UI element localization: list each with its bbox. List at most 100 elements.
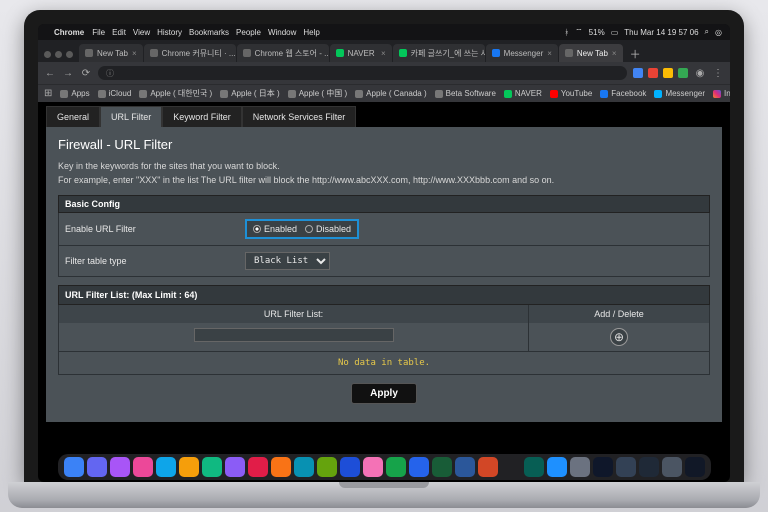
close-tab-icon[interactable]: × <box>132 49 137 58</box>
back-button[interactable]: ← <box>44 67 56 79</box>
forward-button[interactable]: → <box>62 67 74 79</box>
dock-app-icon[interactable] <box>340 457 360 477</box>
firewall-tab[interactable]: URL Filter <box>100 106 162 127</box>
dock-app-icon[interactable] <box>616 457 636 477</box>
bookmark-item[interactable]: Facebook <box>600 89 646 98</box>
bookmark-label: Instagram <box>724 89 730 98</box>
dock-app-icon[interactable] <box>225 457 245 477</box>
dock-app-icon[interactable] <box>639 457 659 477</box>
bookmark-label: Apple ( 中国 ) <box>299 88 347 99</box>
browser-tab[interactable]: Messenger× <box>486 44 558 62</box>
dock-app-icon[interactable] <box>547 457 567 477</box>
dock-app-icon[interactable] <box>570 457 590 477</box>
radio-enabled[interactable]: Enabled <box>253 224 297 234</box>
new-tab-button[interactable]: ＋ <box>624 46 647 62</box>
zoom-icon[interactable] <box>66 51 73 58</box>
close-tab-icon[interactable]: × <box>381 49 386 58</box>
browser-tab[interactable]: Chrome 커뮤니티 · ...× <box>144 44 236 62</box>
bookmark-item[interactable]: iCloud <box>98 89 132 98</box>
dock-app-icon[interactable] <box>685 457 705 477</box>
url-filter-table: URL Filter List: Add / Delete ⊕ <box>58 305 710 375</box>
close-tab-icon[interactable]: × <box>547 49 552 58</box>
bookmark-item[interactable]: Apple ( Canada ) <box>355 89 426 98</box>
firewall-tab[interactable]: Network Services Filter <box>242 106 357 127</box>
dock-app-icon[interactable] <box>156 457 176 477</box>
browser-tab[interactable]: NAVER× <box>330 44 392 62</box>
menubar-item[interactable]: People <box>236 28 261 37</box>
bluetooth-icon[interactable]: ᚼ <box>564 28 569 37</box>
address-bar[interactable]: ⓘ <box>98 66 627 80</box>
cell-add: ⊕ <box>529 323 709 351</box>
bookmark-label: Messenger <box>665 89 705 98</box>
dock-app-icon[interactable] <box>432 457 452 477</box>
spotlight-icon[interactable]: ⌕ <box>705 27 709 37</box>
bookmark-item[interactable]: Apps <box>60 89 89 98</box>
extension-icon[interactable] <box>633 68 643 78</box>
browser-tab[interactable]: New Tab× <box>559 44 623 62</box>
bookmark-item[interactable]: Messenger <box>654 89 705 98</box>
radio-disabled[interactable]: Disabled <box>305 224 351 234</box>
menubar-item[interactable]: Edit <box>112 28 126 37</box>
bookmark-item[interactable]: YouTube <box>550 89 592 98</box>
browser-tab[interactable]: Chrome 웹 스토어 - ...× <box>237 44 329 62</box>
control-center-icon[interactable]: ◎ <box>715 28 722 37</box>
menubar-item[interactable]: History <box>157 28 182 37</box>
bookmark-item[interactable]: Apple ( 中国 ) <box>288 88 347 99</box>
dock-app-icon[interactable] <box>386 457 406 477</box>
browser-tab[interactable]: New Tab× <box>79 44 143 62</box>
menubar-item[interactable]: Bookmarks <box>189 28 229 37</box>
close-tab-icon[interactable]: × <box>612 49 617 58</box>
dock-app-icon[interactable] <box>271 457 291 477</box>
site-info-icon[interactable]: ⓘ <box>106 68 114 79</box>
dock-app-icon[interactable] <box>317 457 337 477</box>
menubar-app[interactable]: Chrome <box>54 28 84 37</box>
menubar-item[interactable]: Window <box>268 28 296 37</box>
bookmark-item[interactable]: Apple ( 日本 ) <box>220 88 279 99</box>
dock-app-icon[interactable] <box>110 457 130 477</box>
browser-tab[interactable]: 카페 글쓰기_에 쓰는 사...× <box>393 44 485 62</box>
dock-app-icon[interactable] <box>524 457 544 477</box>
bookmark-item[interactable]: Beta Software <box>435 89 496 98</box>
extension-icon[interactable] <box>678 68 688 78</box>
dock-app-icon[interactable] <box>248 457 268 477</box>
bookmark-item[interactable]: NAVER <box>504 89 542 98</box>
dock-app-icon[interactable] <box>133 457 153 477</box>
dock-app-icon[interactable] <box>64 457 84 477</box>
dock-app-icon[interactable] <box>455 457 475 477</box>
extension-icon[interactable] <box>663 68 673 78</box>
bookmark-item[interactable]: Instagram <box>713 89 730 98</box>
url-filter-input[interactable] <box>194 328 394 342</box>
dock-app-icon[interactable] <box>593 457 613 477</box>
dock-app-icon[interactable] <box>409 457 429 477</box>
minimize-icon[interactable] <box>55 51 62 58</box>
profile-icon[interactable]: ◉ <box>694 67 706 79</box>
battery-icon[interactable]: ▭ <box>611 28 619 37</box>
menubar-item[interactable]: View <box>133 28 150 37</box>
extension-icon[interactable] <box>648 68 658 78</box>
dock-app-icon[interactable] <box>202 457 222 477</box>
wifi-icon[interactable]: ⌔ <box>575 27 583 37</box>
add-button[interactable]: ⊕ <box>610 328 628 346</box>
close-icon[interactable] <box>44 51 51 58</box>
dock-app-icon[interactable] <box>363 457 383 477</box>
bookmark-item[interactable]: Apple ( 대한민국 ) <box>139 88 212 99</box>
menubar-item[interactable]: Help <box>303 28 319 37</box>
reload-button[interactable]: ⟳ <box>80 67 92 79</box>
firewall-tab[interactable]: General <box>46 106 100 127</box>
table-input-row: ⊕ <box>59 323 709 351</box>
bookmark-label: Beta Software <box>446 89 496 98</box>
apply-button[interactable]: Apply <box>351 383 417 404</box>
dock-app-icon[interactable] <box>478 457 498 477</box>
dock-app-icon[interactable] <box>294 457 314 477</box>
dock-wrap <box>0 454 768 480</box>
chrome-menu-icon[interactable]: ⋮ <box>712 67 724 79</box>
dock-app-icon[interactable] <box>501 457 521 477</box>
window-controls[interactable] <box>42 51 79 62</box>
dock-app-icon[interactable] <box>179 457 199 477</box>
menubar-item[interactable]: File <box>92 28 105 37</box>
filter-type-select[interactable]: Black List <box>245 252 330 270</box>
dock-app-icon[interactable] <box>662 457 682 477</box>
dock-app-icon[interactable] <box>87 457 107 477</box>
firewall-tab[interactable]: Keyword Filter <box>162 106 242 127</box>
apps-icon[interactable]: ⊞ <box>44 88 52 100</box>
